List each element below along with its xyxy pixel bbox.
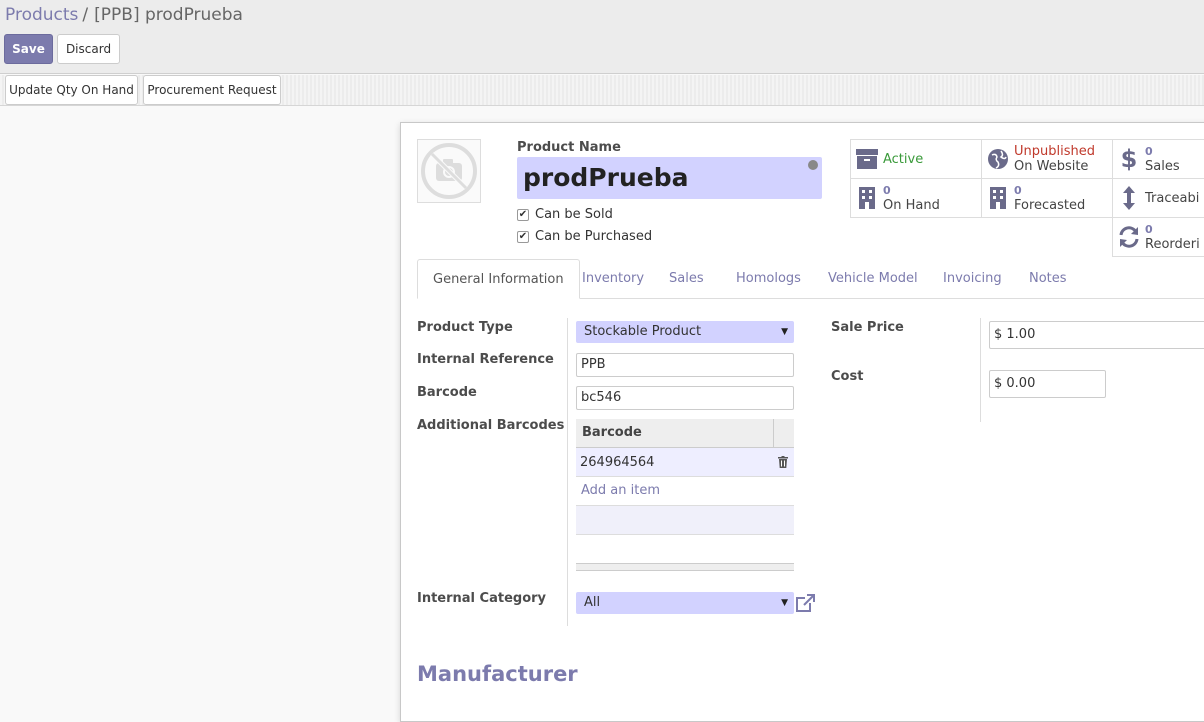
tab-homologs[interactable]: Homologs <box>736 259 801 299</box>
internal-reference-input[interactable]: PPB <box>576 353 794 377</box>
product-image[interactable] <box>417 139 481 203</box>
reordering-count: 0 <box>1145 223 1153 236</box>
caret-down-icon: ▼ <box>781 327 788 337</box>
manufacturer-section-title: Manufacturer <box>417 662 578 686</box>
can-be-sold-row: ✔ Can be Sold <box>517 207 613 222</box>
table-row[interactable]: 264964564 <box>576 448 794 477</box>
on-hand-button[interactable]: 0 On Hand <box>850 178 982 218</box>
cost-input[interactable]: $ 0.00 <box>989 370 1106 398</box>
building-icon <box>851 187 883 209</box>
additional-barcodes-table: Barcode 264964564 Add an item <box>576 419 794 571</box>
statusbar: Update Qty On Hand Procurement Request <box>0 75 1204 106</box>
product-type-select[interactable]: Stockable Product ▼ <box>576 321 794 343</box>
additional-barcodes-label: Additional Barcodes <box>417 418 565 433</box>
vertical-arrows-icon <box>1113 186 1145 210</box>
procurement-request-button[interactable]: Procurement Request <box>143 75 281 105</box>
refresh-icon <box>1113 226 1145 248</box>
building-icon <box>982 187 1014 209</box>
barcode-input[interactable]: bc546 <box>576 386 794 410</box>
empty-row <box>576 505 794 535</box>
archive-icon <box>851 149 883 169</box>
discard-button[interactable]: Discard <box>57 34 120 64</box>
tab-general-information[interactable]: General Information <box>417 259 580 299</box>
sales-text: 0 Sales <box>1145 144 1180 174</box>
internal-category-label: Internal Category <box>417 591 547 606</box>
website-label: On Website <box>1014 159 1089 174</box>
product-name-label: Product Name <box>517 140 621 155</box>
breadcrumb-products-link[interactable]: Products <box>5 5 78 25</box>
forecasted-count: 0 <box>1014 184 1022 197</box>
active-label: Active <box>883 151 924 167</box>
breadcrumb-current: [PPB] prodPrueba <box>94 5 243 25</box>
active-toggle-button[interactable]: Active <box>850 139 982 179</box>
internal-category-value: All <box>584 595 601 610</box>
product-type-label: Product Type <box>417 320 513 335</box>
column-separator <box>773 419 774 448</box>
internal-category-select[interactable]: All ▼ <box>576 592 794 614</box>
product-name-input[interactable]: prodPrueba <box>517 157 822 199</box>
sale-price-input[interactable]: $ 1.00 <box>989 321 1204 349</box>
website-status: Unpublished <box>1014 144 1095 159</box>
tab-invoicing[interactable]: Invoicing <box>943 259 1002 299</box>
website-status-text: Unpublished On Website <box>1014 144 1095 174</box>
barcode-label: Barcode <box>417 385 477 400</box>
sales-label: Sales <box>1145 159 1180 174</box>
forecasted-text: 0 Forecasted <box>1014 183 1085 213</box>
notebook-tabs: General Information Inventory Sales Homo… <box>417 259 1204 299</box>
can-be-purchased-row: ✔ Can be Purchased <box>517 229 652 244</box>
can-be-purchased-label: Can be Purchased <box>535 229 653 244</box>
forecasted-label: Forecasted <box>1014 198 1086 213</box>
add-an-item-link[interactable]: Add an item <box>576 477 794 505</box>
website-publish-button[interactable]: Unpublished On Website <box>981 139 1113 179</box>
dollar-icon: $ <box>1120 145 1138 173</box>
caret-down-icon: ▼ <box>781 598 788 608</box>
barcodes-column-header[interactable]: Barcode <box>576 419 794 448</box>
on-hand-count: 0 <box>883 184 891 197</box>
tab-sales[interactable]: Sales <box>669 259 704 299</box>
external-link-icon[interactable] <box>796 594 815 612</box>
camera-placeholder-icon <box>421 143 477 199</box>
globe-icon <box>982 148 1014 170</box>
traceability-button[interactable]: Traceabi <box>1112 178 1204 218</box>
on-hand-text: 0 On Hand <box>883 183 940 213</box>
product-name-value: prodPrueba <box>523 163 689 192</box>
trash-icon[interactable] <box>778 456 788 468</box>
reordering-text: 0 Reorderi <box>1145 222 1200 252</box>
translate-globe-icon[interactable] <box>808 160 818 170</box>
tab-vehicle-model[interactable]: Vehicle Model <box>828 259 918 299</box>
internal-reference-label: Internal Reference <box>417 352 554 367</box>
on-hand-label: On Hand <box>883 198 940 213</box>
reordering-button[interactable]: 0 Reorderi <box>1112 217 1204 257</box>
can-be-sold-checkbox[interactable]: ✔ <box>517 208 529 221</box>
sale-price-label: Sale Price <box>831 320 904 335</box>
forecasted-button[interactable]: 0 Forecasted <box>981 178 1113 218</box>
save-button[interactable]: Save <box>4 34 53 64</box>
barcode-cell: 264964564 <box>580 455 655 470</box>
update-qty-button[interactable]: Update Qty On Hand <box>5 75 138 105</box>
right-group-separator <box>980 318 981 422</box>
left-group-separator <box>567 318 568 626</box>
tab-inventory[interactable]: Inventory <box>582 259 644 299</box>
traceability-label: Traceabi <box>1145 190 1200 206</box>
barcodes-column-label: Barcode <box>582 425 642 440</box>
control-panel: Products / [PPB] prodPrueba Save Discard <box>0 0 1204 74</box>
reordering-label: Reorderi <box>1145 237 1200 252</box>
sales-button[interactable]: $ 0 Sales <box>1112 139 1204 179</box>
can-be-sold-label: Can be Sold <box>535 207 613 222</box>
tab-notes[interactable]: Notes <box>1029 259 1067 299</box>
table-footer <box>576 563 794 571</box>
sales-count: 0 <box>1145 145 1153 158</box>
breadcrumb: Products / [PPB] prodPrueba <box>5 5 243 25</box>
cost-label: Cost <box>831 369 864 384</box>
breadcrumb-separator: / <box>82 5 89 25</box>
can-be-purchased-checkbox[interactable]: ✔ <box>517 230 529 243</box>
product-type-value: Stockable Product <box>584 324 702 339</box>
